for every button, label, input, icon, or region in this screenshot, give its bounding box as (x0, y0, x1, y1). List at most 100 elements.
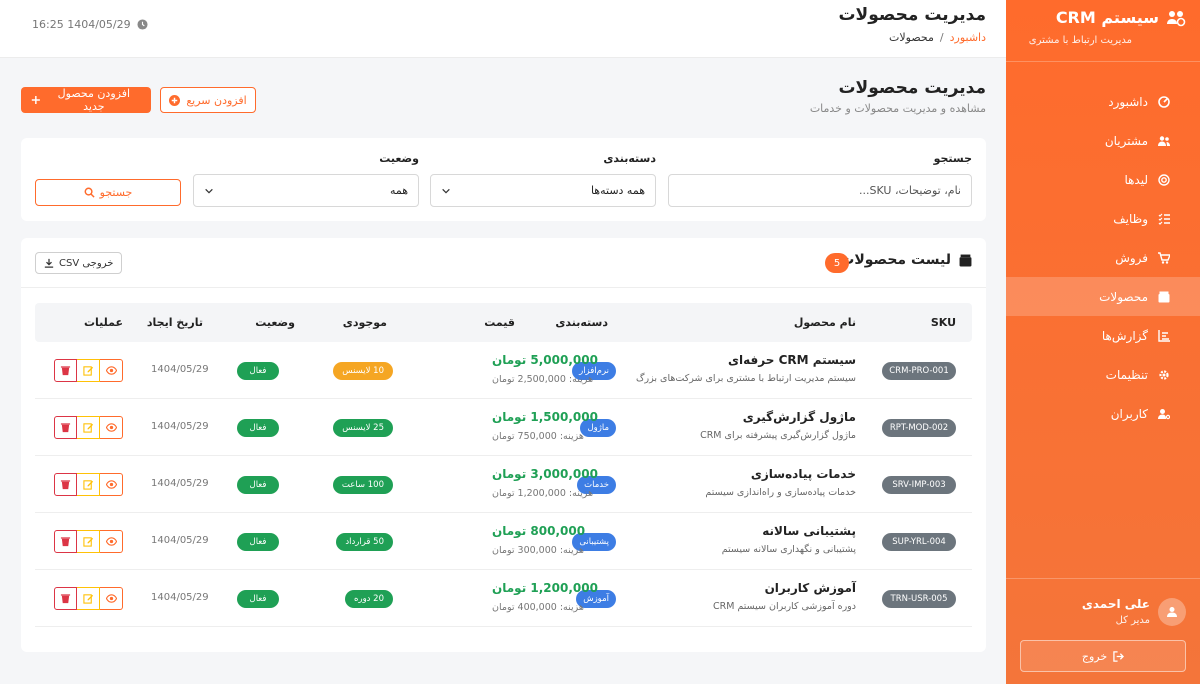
user-gear-icon (1158, 408, 1170, 420)
edit-button[interactable] (77, 530, 100, 553)
table-row: CRM-PRO-001 سیستم CRM حرفه‌ای سیستم مدیر… (35, 342, 972, 399)
edit-icon (82, 480, 93, 490)
product-cost: هزینه: 2,500,000 تومان (492, 374, 593, 385)
avatar (1158, 597, 1186, 626)
view-button[interactable] (100, 359, 123, 382)
sidebar-item-users[interactable]: کاربران (1006, 394, 1200, 433)
edit-button[interactable] (77, 359, 100, 382)
sidebar-item-leads[interactable]: لیدها (1006, 160, 1200, 199)
product-description: خدمات پیاده‌سازی و راه‌اندازی سیستم (705, 487, 856, 498)
logout-button[interactable]: خروج (1020, 640, 1186, 672)
sidebar-item-label: گزارش‌ها (1101, 328, 1148, 343)
sidebar-item-products[interactable]: محصولات (1006, 277, 1200, 316)
eye-icon (105, 423, 117, 432)
tasks-icon (1158, 213, 1170, 225)
col-actions: عملیات (83, 316, 123, 329)
logout-label: خروج (1081, 649, 1108, 663)
sidebar-nav: داشبورد مشتریان لیدها وظایف فروش محصولات… (1006, 82, 1200, 433)
breadcrumb-home-link[interactable]: داشبورد (950, 31, 986, 44)
sidebar-item-settings[interactable]: تنظیمات (1006, 355, 1200, 394)
product-description: سیستم مدیریت ارتباط با مشتری برای شرکت‌ه… (636, 373, 856, 384)
view-button[interactable] (100, 587, 123, 610)
plus-circle-icon (169, 94, 181, 106)
user-icon (1167, 606, 1177, 617)
delete-button[interactable] (54, 359, 77, 382)
sku-badge: SRV-IMP-003 (882, 476, 956, 494)
delete-button[interactable] (54, 416, 77, 439)
product-cost: هزینه: 400,000 تومان (492, 602, 584, 613)
view-button[interactable] (100, 530, 123, 553)
datetime: 16:25 1404/05/29 (32, 18, 148, 31)
brand: سیستم CRM مدیریت ارتباط با مشتری (1006, 0, 1200, 62)
category-label: دسته‌بندی (603, 152, 656, 165)
sidebar-item-label: وظایف (1113, 211, 1148, 226)
created-date: 1404/05/29 (151, 478, 209, 489)
edit-icon (82, 366, 93, 376)
product-price: 1,500,000 تومان (492, 410, 598, 424)
quick-add-button[interactable]: افزودن سریع (160, 87, 256, 113)
sku-badge: RPT-MOD-002 (882, 419, 956, 437)
edit-button[interactable] (77, 416, 100, 439)
breadcrumb-separator: / (939, 31, 944, 44)
eye-icon (105, 366, 117, 375)
export-csv-label: خروجی CSV (59, 257, 114, 269)
product-cost: هزینه: 750,000 تومان (492, 431, 584, 442)
product-name[interactable]: سیستم CRM حرفه‌ای (728, 353, 856, 367)
users-gear-icon (1167, 10, 1186, 26)
status-select[interactable]: همه (193, 174, 419, 207)
row-actions (54, 530, 123, 553)
row-actions (54, 587, 123, 610)
sku-badge: SUP-YRL-004 (882, 533, 956, 551)
sidebar-item-reports[interactable]: گزارش‌ها (1006, 316, 1200, 355)
product-name[interactable]: پشتیبانی سالانه (762, 524, 856, 538)
page-title: مدیریت محصولات (838, 5, 986, 25)
product-name[interactable]: آموزش کاربران (765, 581, 856, 595)
category-select[interactable]: همه دسته‌ها (430, 174, 656, 207)
box-icon (959, 254, 972, 266)
search-input[interactable]: نام، توضیحات، SKU... (668, 174, 972, 207)
sidebar-item-label: محصولات (1099, 289, 1148, 304)
stock-badge: 25 لایسنس (333, 419, 393, 437)
col-price: قیمت (484, 316, 515, 329)
target-icon (1158, 173, 1170, 186)
user-role: مدیر کل (1115, 615, 1150, 626)
count-badge: 5 (825, 253, 849, 273)
search-button-label: جستجو (99, 186, 133, 199)
sku-badge: TRN-USR-005 (882, 590, 956, 608)
trash-icon (60, 366, 71, 376)
delete-button[interactable] (54, 530, 77, 553)
edit-button[interactable] (77, 473, 100, 496)
user-panel: علی احمدی مدیر کل خروج (1006, 578, 1200, 684)
edit-icon (82, 594, 93, 604)
edit-button[interactable] (77, 587, 100, 610)
section-subtitle: مشاهده و مدیریت محصولات و خدمات (809, 102, 986, 115)
search-button[interactable]: جستجو (35, 179, 181, 206)
sidebar-item-customers[interactable]: مشتریان (1006, 121, 1200, 160)
export-csv-button[interactable]: خروجی CSV (35, 252, 123, 274)
add-product-button[interactable]: افزودن محصول جدید (21, 87, 151, 113)
view-button[interactable] (100, 416, 123, 439)
created-date: 1404/05/29 (151, 592, 209, 603)
status-badge: فعال (237, 476, 279, 494)
delete-button[interactable] (54, 473, 77, 496)
product-description: دوره آموزشی کاربران سیستم CRM (713, 601, 856, 612)
table-row: TRN-USR-005 آموزش کاربران دوره آموزشی کا… (35, 570, 972, 627)
table-header: SKU نام محصول دسته‌بندی قیمت موجودی وضعی… (35, 303, 972, 342)
product-name[interactable]: ماژول گزارش‌گیری (743, 410, 856, 424)
list-title-text: لیست محصولات (840, 252, 951, 268)
table-body: CRM-PRO-001 سیستم CRM حرفه‌ای سیستم مدیر… (35, 342, 972, 627)
sidebar-item-dashboard[interactable]: داشبورد (1006, 82, 1200, 121)
chevron-down-icon (205, 188, 213, 194)
delete-button[interactable] (54, 587, 77, 610)
sidebar-item-tasks[interactable]: وظایف (1006, 199, 1200, 238)
sidebar-item-sales[interactable]: فروش (1006, 238, 1200, 277)
product-price: 1,200,000 تومان (492, 581, 598, 595)
product-name[interactable]: خدمات پیاده‌سازی (751, 467, 856, 481)
search-placeholder: نام، توضیحات، SKU... (859, 184, 961, 197)
topbar: مدیریت محصولات داشبورد / محصولات 16:25 140… (0, 0, 1006, 58)
trash-icon (60, 594, 71, 604)
plus-icon (31, 95, 40, 105)
breadcrumb-current: محصولات (889, 31, 934, 44)
status-badge: فعال (237, 362, 279, 380)
view-button[interactable] (100, 473, 123, 496)
